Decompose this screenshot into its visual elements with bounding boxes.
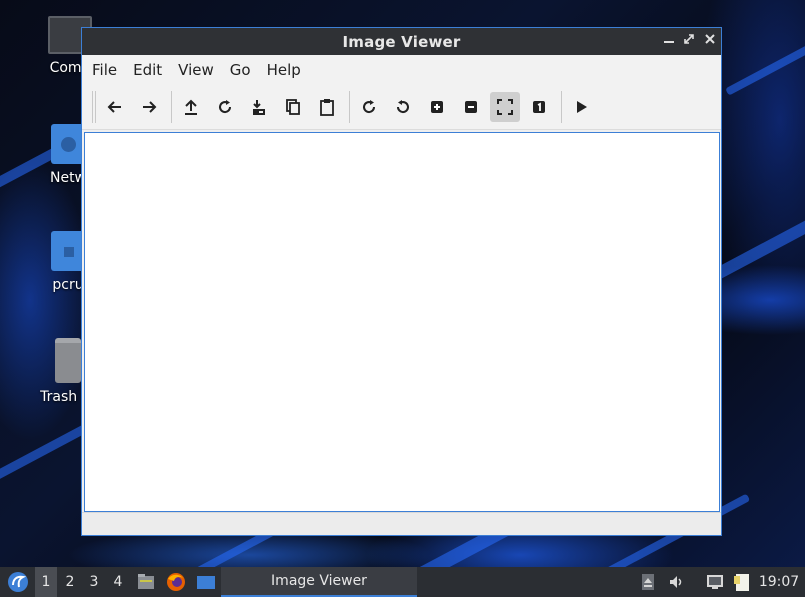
fit-to-window-icon[interactable] [490,92,520,122]
close-icon[interactable] [701,32,719,50]
start-menu-button[interactable] [4,567,32,597]
taskbar-task-image-viewer[interactable]: Image Viewer [221,567,417,597]
zoom-out-icon[interactable] [456,92,486,122]
zoom-in-icon[interactable] [422,92,452,122]
workspace-1[interactable]: 1 [35,567,57,597]
clipboard-notes-icon[interactable] [731,567,753,597]
paste-icon[interactable] [312,92,342,122]
clock[interactable]: 19:07 [757,567,801,597]
reload-icon[interactable] [210,92,240,122]
firefox-launcher[interactable] [164,567,188,597]
home-folder-icon [51,231,85,271]
file-manager-icon [138,574,154,589]
workspace-4[interactable]: 4 [107,567,129,597]
workspace-2[interactable]: 2 [59,567,81,597]
taskbar: 1 2 3 4 Image Viewer 19:07 [0,567,805,597]
file-manager-launcher[interactable] [134,567,158,597]
slideshow-play-icon[interactable] [566,92,596,122]
menu-view[interactable]: View [170,61,222,79]
toolbar [82,85,721,130]
image-viewer-window: Image Viewer File Edit View Go Help [81,27,722,536]
task-label: Image Viewer [271,573,367,589]
network-icon[interactable] [704,567,726,597]
rotate-counterclockwise-icon[interactable] [388,92,418,122]
firefox-icon [167,573,185,591]
trash-icon [55,338,81,383]
window-titlebar[interactable]: Image Viewer [82,28,721,55]
maximize-icon[interactable] [680,32,698,50]
forward-arrow-icon[interactable] [134,92,164,122]
menu-edit[interactable]: Edit [125,61,170,79]
rotate-clockwise-icon[interactable] [354,92,384,122]
open-upload-icon[interactable] [176,92,206,122]
menu-file[interactable]: File [84,61,125,79]
show-desktop-launcher[interactable] [194,567,218,597]
network-folder-icon [51,124,85,164]
copy-icon[interactable] [278,92,308,122]
toolbar-handle [95,91,96,123]
original-size-icon[interactable] [524,92,554,122]
image-canvas[interactable] [84,132,720,512]
start-menu-icon [8,572,28,592]
menu-bar: File Edit View Go Help [82,55,721,85]
desktop-icon [197,576,215,589]
tray-eject-icon[interactable] [638,567,658,597]
back-arrow-icon[interactable] [100,92,130,122]
minimize-icon[interactable] [660,32,678,50]
volume-icon[interactable] [666,567,686,597]
workspace-3[interactable]: 3 [83,567,105,597]
menu-go[interactable]: Go [222,61,259,79]
toolbar-handle[interactable] [92,91,93,123]
window-title: Image Viewer [342,33,461,51]
toolbar-separator [171,91,172,123]
save-icon[interactable] [244,92,274,122]
toolbar-separator [349,91,350,123]
toolbar-separator [561,91,562,123]
status-bar [82,512,721,535]
menu-help[interactable]: Help [259,61,309,79]
